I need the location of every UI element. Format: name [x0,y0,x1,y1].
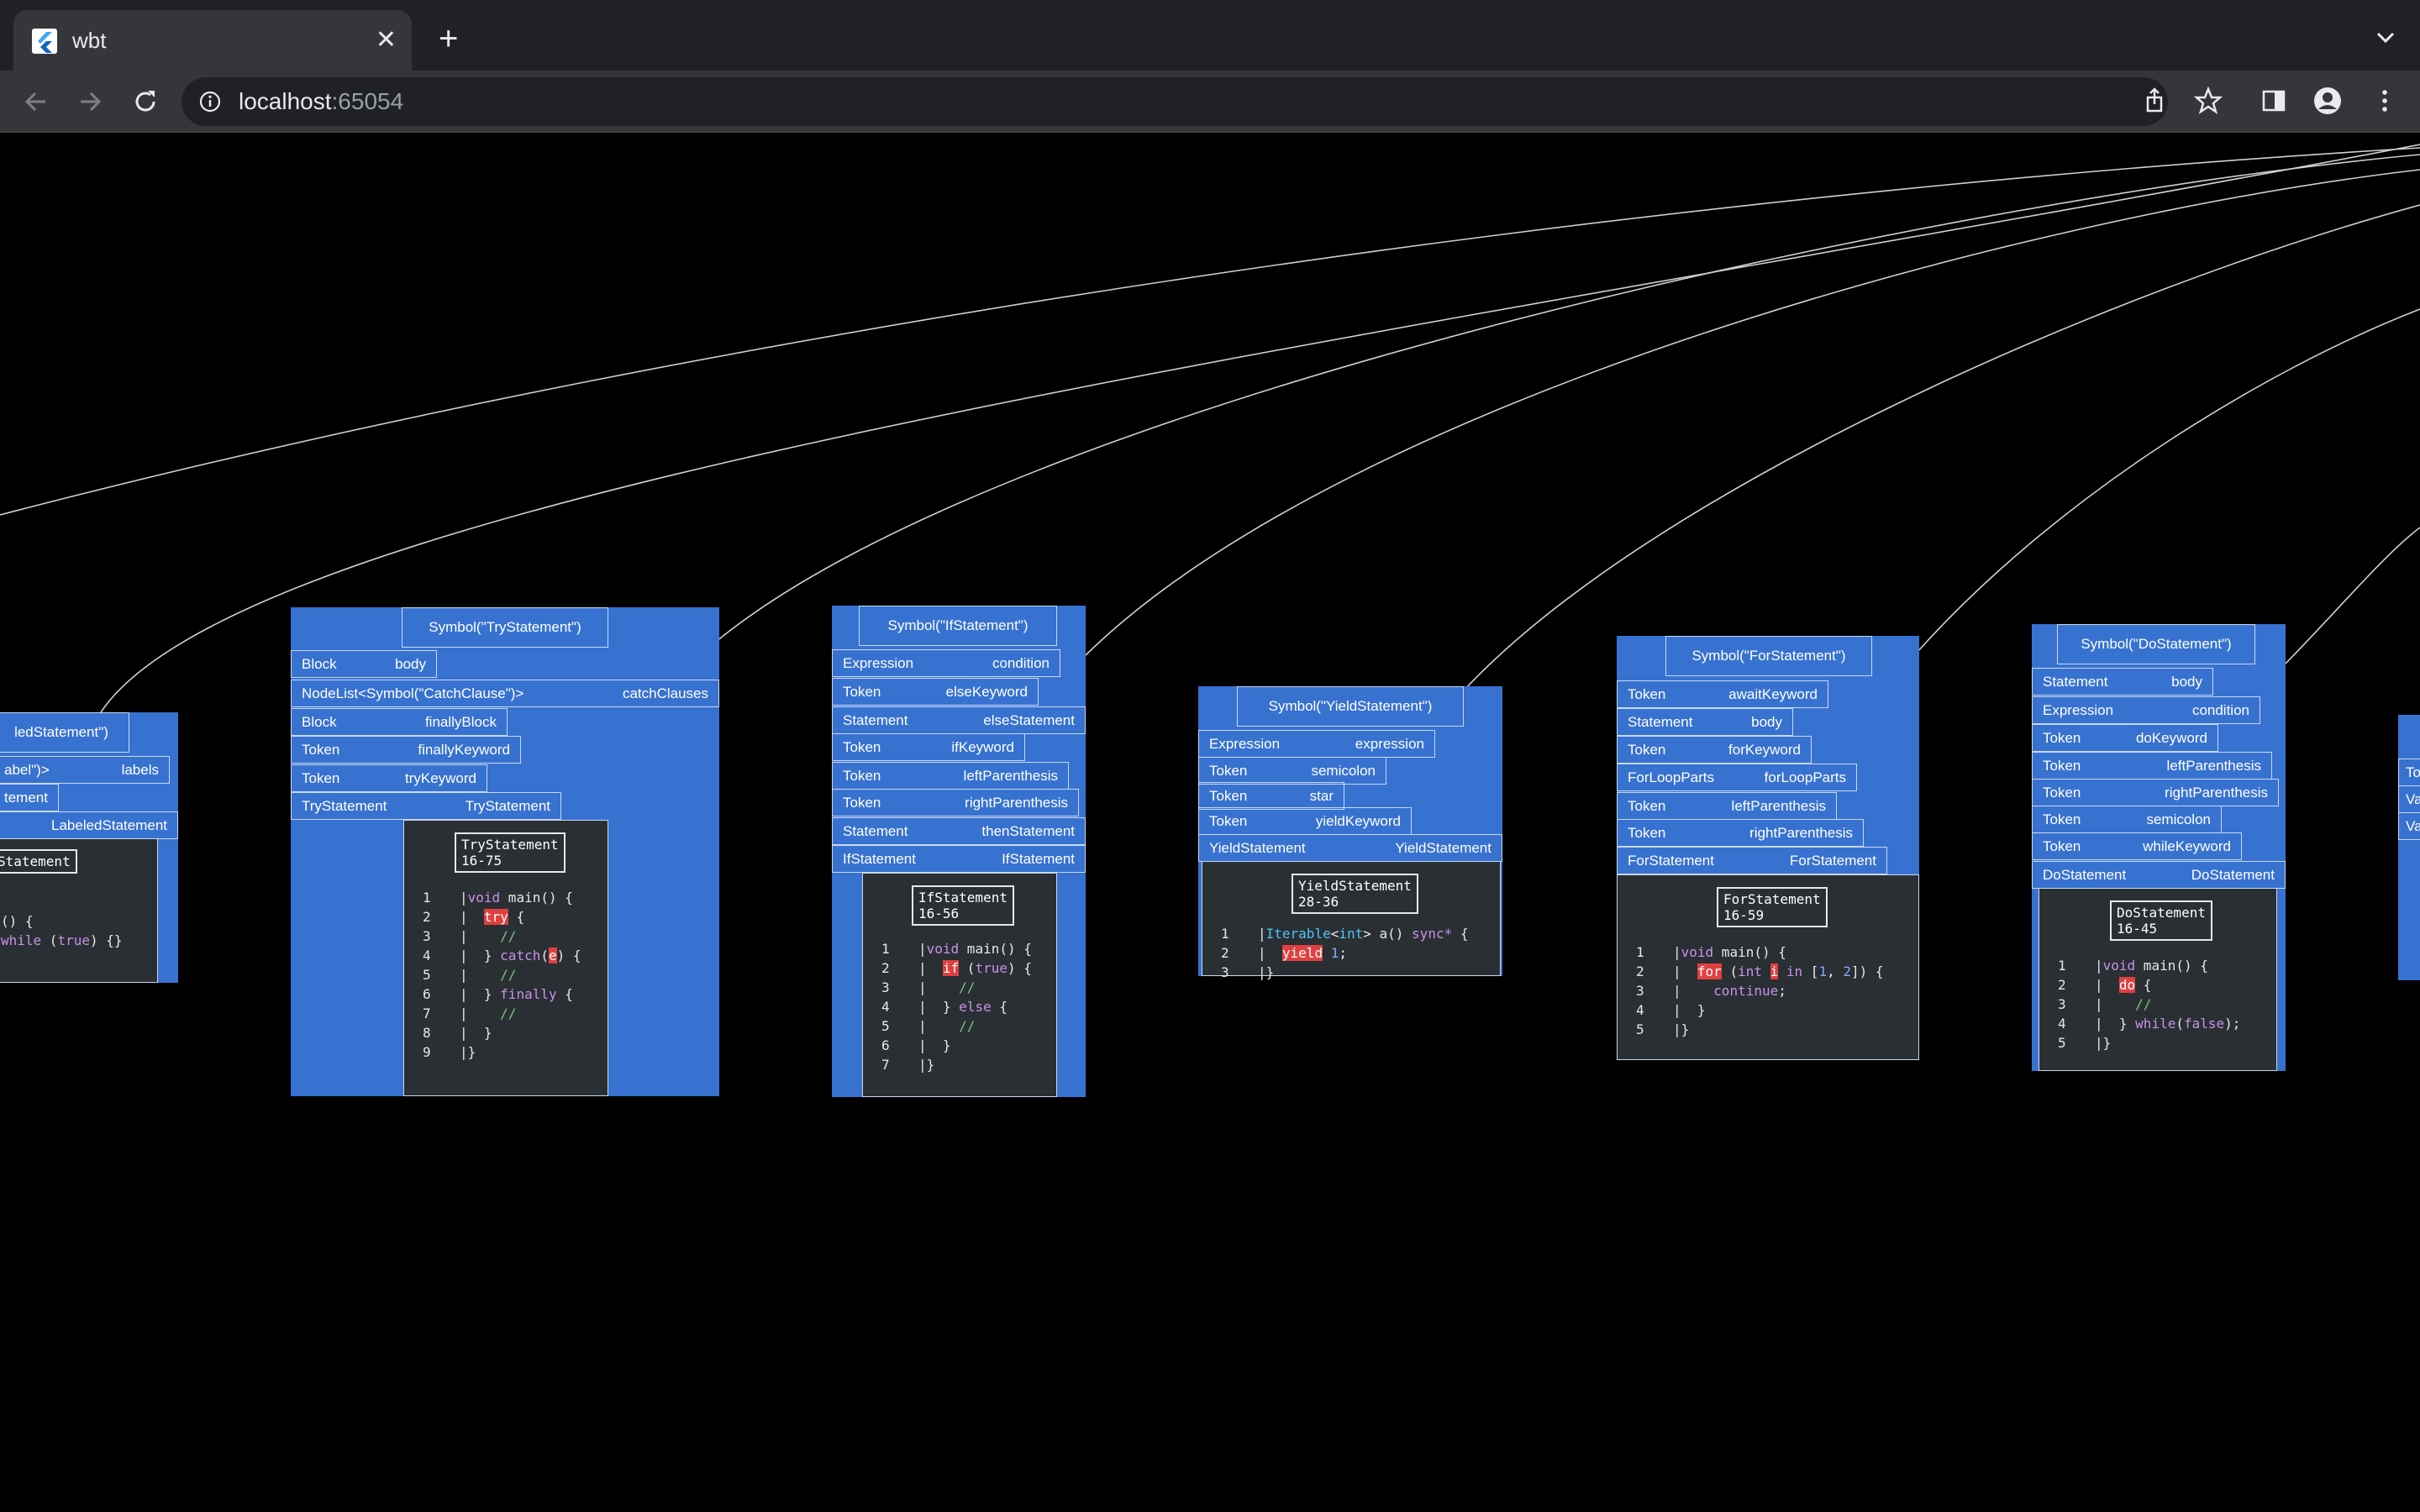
code-line: 3 | // [2058,996,2152,1012]
field-row: Statement thenStatement [832,817,1086,845]
field-row: Expression condition [2032,696,2260,724]
code-panel: YieldStatement 28-36 1 |Iterable<int> a()… [1202,861,1501,980]
code-line: 4 | } while(false); [2058,1016,2241,1032]
field-row: Token tryKeyword [291,764,487,792]
chevron-down-icon[interactable] [2373,25,2398,50]
field-row: DoStatement DoStatement [2032,861,2286,889]
field-row: abel")> labels [0,756,170,784]
code-header: TryStatement 16-75 [455,832,566,873]
field-row: Token yieldKeyword [1198,807,1412,835]
code-header: YieldStatement 28-36 [1292,874,1418,914]
field-row: Expression condition [832,649,1060,677]
field-row: Token semicolon [2032,806,2222,833]
reload-icon[interactable] [128,84,163,119]
code-line: 6 | } [881,1037,951,1053]
field-row: LabeledStatement [0,811,178,839]
edge-try [715,154,2420,643]
share-icon[interactable] [2138,84,2171,118]
code-header: ForStatement 16-59 [1717,887,1828,927]
tab-title: wbt [72,28,107,53]
side-panel-icon[interactable] [2257,84,2291,118]
field-row: Token forKeyword [1617,736,1812,764]
field-row: Token semicolon [1198,757,1386,785]
field-row: Token leftParenthesis [2032,752,2272,780]
code-header: IfStatement 16-56 [912,885,1014,926]
back-arrow-icon[interactable] [18,84,54,119]
field-row: Statement elseStatement [832,706,1086,734]
flutter-favicon-icon [32,29,57,54]
field-row: IfStatement IfStatement [832,845,1086,873]
code-line: 7 |} [881,1057,935,1073]
field-row: Token rightParenthesis [832,789,1079,816]
node-symbol: Symbol("IfStatement") [859,606,1057,646]
field-row: To [2398,759,2420,786]
new-tab-button[interactable]: + [439,22,458,55]
browser-chrome: wbt ✕ + localhost:65054 [0,0,2420,133]
browser-toolbar: localhost:65054 [0,71,2420,133]
node-if-statement[interactable]: Symbol("IfStatement") Expression conditio… [832,606,1086,1097]
code-header: Statement [0,849,77,874]
node-symbol: ledStatement") [0,712,129,753]
field-row: TryStatement TryStatement [291,792,561,820]
field-row: Token leftParenthesis [832,762,1069,790]
field-row: Token awaitKeyword [1617,680,1828,708]
field-row: Token rightParenthesis [1617,819,1864,847]
field-row: YieldStatement YieldStatement [1198,834,1502,862]
field-row: tement [0,784,59,811]
field-row: Token rightParenthesis [2032,779,2279,806]
node-symbol: Symbol("YieldStatement") [1237,686,1464,727]
ast-graph-canvas[interactable]: ledStatement") abel")> labels tement Labe… [0,133,2420,1512]
tab-close-icon[interactable]: ✕ [376,25,397,55]
node-try-statement[interactable]: Symbol("TryStatement") Block body NodeLis… [291,607,719,1096]
address-bar[interactable]: localhost:65054 [182,77,2168,126]
info-icon[interactable] [198,90,222,113]
field-row: Token elseKeyword [832,678,1039,706]
code-panel: ForStatement 16-59 1 |void main() { 2 | fo… [1617,874,1919,1060]
field-row: Va [2398,812,2420,840]
profile-avatar-icon[interactable] [2311,84,2344,118]
node-yield-statement[interactable]: Symbol("YieldStatement") Expression expre… [1198,686,1502,980]
node-symbol: Symbol("ForStatement") [1665,636,1872,676]
code-line: 4 | } else { [881,999,1007,1015]
field-row: Token finallyKeyword [291,736,521,764]
field-row: NodeList<Symbol("CatchClause")> catchClau… [291,680,719,707]
field-row: ForStatement ForStatement [1617,847,1887,874]
edge-if [1085,169,2420,656]
code-panel: Statement () { while (true) {} [0,838,158,983]
kebab-menu-icon[interactable] [2368,84,2402,118]
node-do-statement[interactable]: Symbol("DoStatement") Statement body Expr… [2032,624,2286,1071]
edge-do [2285,527,2420,664]
field-row: Statement body [2032,668,2213,696]
code-line: 1 |void main() { [2058,958,2208,974]
node-partial-right[interactable]: To Va Va [2398,715,2420,980]
node-symbol: Symbol("DoStatement") [2057,624,2255,664]
field-row: Token leftParenthesis [1617,792,1837,820]
code-panel: DoStatement 16-45 1 |void main() { 2 | do … [2039,888,2277,1071]
code-panel: TryStatement 16-75 1 |void main() { 2 | tr… [403,820,608,1096]
field-row: Token star [1198,782,1344,810]
field-row: Block body [291,650,437,678]
edge-yield [1463,204,2420,691]
node-symbol: Symbol("TryStatement") [402,607,608,648]
code-line: 2 | do { [2058,977,2152,993]
node-for-statement[interactable]: Symbol("ForStatement") Token awaitKeyword… [1617,636,1919,1060]
code-panel: IfStatement 16-56 1 |void main() { 2 | if … [862,873,1057,1097]
code-header: DoStatement 16-45 [2110,900,2212,941]
field-row: Statement body [1617,708,1793,736]
field-row: Va [2398,785,2420,813]
node-labeled-statement[interactable]: ledStatement") abel")> labels tement Labe… [0,712,178,983]
field-row: Token doKeyword [2032,724,2218,752]
field-row: Token ifKeyword [832,733,1025,761]
code-line: 5 |} [2058,1035,2112,1051]
url-text: localhost:65054 [239,88,404,114]
field-row: ForLoopParts forLoopParts [1617,764,1857,791]
bookmark-star-icon[interactable] [2191,84,2225,118]
field-row: Block finallyBlock [291,708,508,736]
field-row: Token whileKeyword [2032,832,2242,860]
tab-strip: wbt ✕ + [0,0,2420,71]
code-line: 5 | // [881,1018,976,1034]
browser-tab[interactable]: wbt ✕ [13,10,412,71]
field-row: Expression expression [1198,730,1435,758]
forward-arrow-icon[interactable] [72,84,108,119]
